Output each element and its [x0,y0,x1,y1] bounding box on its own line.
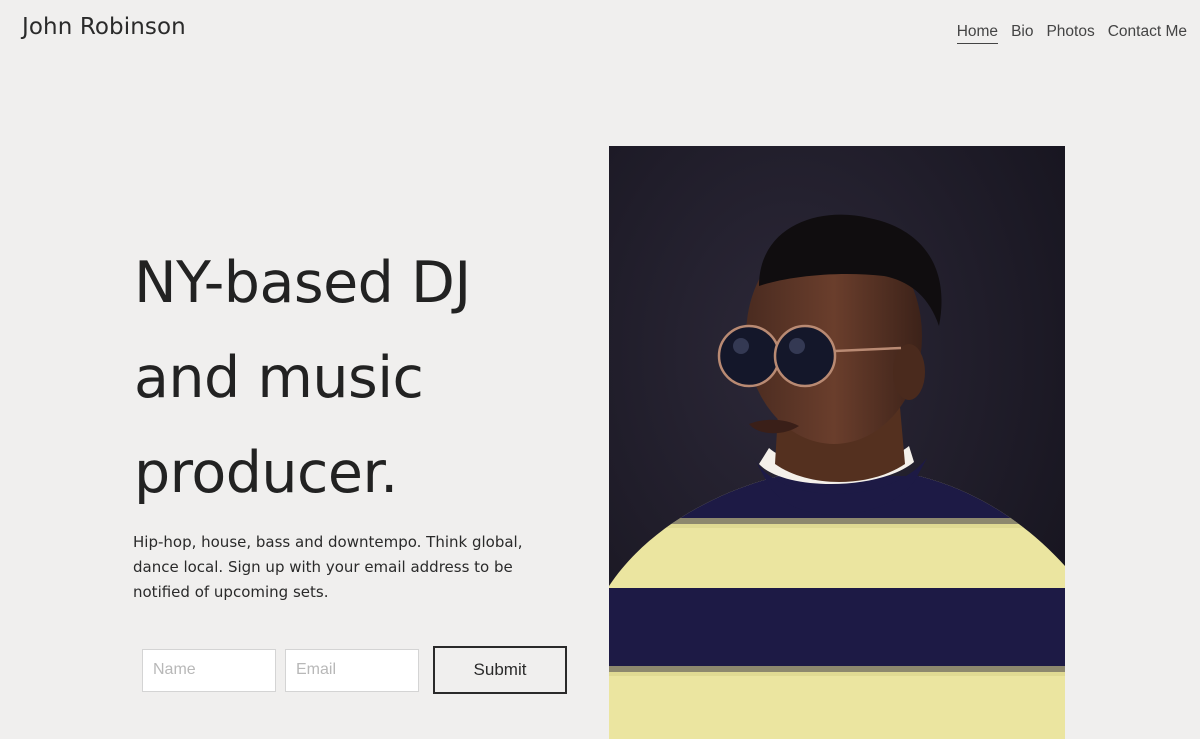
nav-photos[interactable]: Photos [1046,23,1094,44]
submit-button[interactable]: Submit [433,646,567,694]
headline-line-1: NY-based DJ [134,250,471,316]
email-input[interactable] [285,648,419,692]
headline-line-3: producer. [134,440,398,506]
signup-form: Submit [142,646,567,694]
nav-bio[interactable]: Bio [1011,23,1033,44]
headline-line-2: and music [134,345,424,411]
portrait-photo [609,146,1065,739]
hero-description: Hip-hop, house, bass and downtempo. Thin… [133,533,523,601]
main-nav: Home Bio Photos Contact Me [956,23,1187,44]
nav-home[interactable]: Home [956,23,999,44]
nav-contact-me[interactable]: Contact Me [1108,23,1187,44]
portrait-photo-icon [609,146,1065,739]
name-input[interactable] [142,648,276,692]
site-title[interactable]: John Robinson [22,14,186,40]
hero-headline: NY-based DJ and music producer. [134,236,574,521]
